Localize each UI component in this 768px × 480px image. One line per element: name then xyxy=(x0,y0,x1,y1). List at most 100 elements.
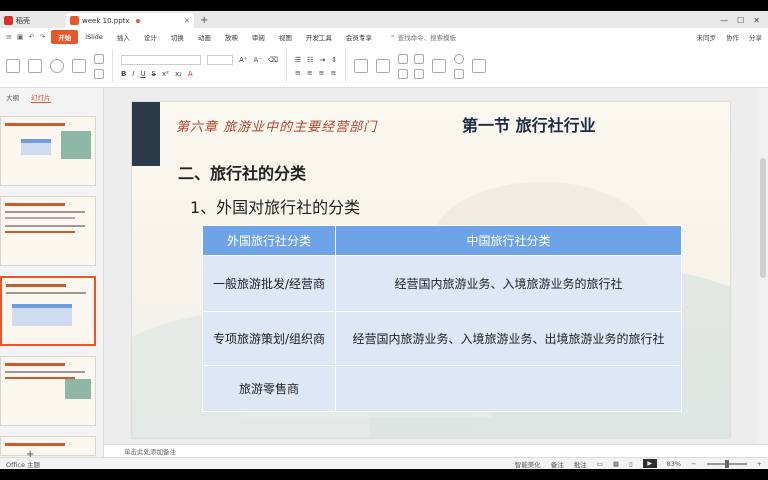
maximize-icon[interactable]: ☐ xyxy=(737,16,744,25)
layout-button[interactable] xyxy=(94,53,104,64)
superscript-icon[interactable]: x² xyxy=(162,70,169,78)
table-header-china[interactable]: 中国旅行社分类 xyxy=(335,225,682,256)
decrease-font-icon[interactable]: A⁻ xyxy=(253,56,261,64)
new-slide-button[interactable] xyxy=(72,59,86,73)
justify-icon[interactable]: ≡ xyxy=(331,69,337,77)
tab-home[interactable]: 稻壳 xyxy=(0,13,66,28)
find-button[interactable] xyxy=(454,53,465,64)
outline-button[interactable] xyxy=(414,68,425,79)
comment-toggle[interactable]: 批注 xyxy=(574,459,587,469)
paste-button[interactable] xyxy=(6,59,20,73)
ribbon-separator xyxy=(285,49,287,83)
table-cell[interactable]: 专项旅游策划/组织商 xyxy=(201,311,337,366)
new-tab-button[interactable]: + xyxy=(194,13,214,28)
save-icon[interactable]: ▣ xyxy=(17,33,24,41)
sorter-view-icon[interactable]: ▦ xyxy=(613,460,619,468)
zoom-slider[interactable] xyxy=(706,459,747,468)
tab-outline[interactable]: 大纲 xyxy=(6,92,19,103)
command-search[interactable]: ⌕ 查找命令、搜索模板 xyxy=(391,32,456,42)
replace-button[interactable] xyxy=(454,68,465,79)
play-from-current-button[interactable] xyxy=(50,59,64,73)
font-color-icon[interactable]: A xyxy=(188,70,193,78)
undo-icon[interactable]: ↶ xyxy=(29,33,35,41)
menu-item-islide[interactable]: iSlide xyxy=(78,30,110,44)
minimize-icon[interactable]: — xyxy=(720,16,728,25)
notes-toggle[interactable]: 备注 xyxy=(551,459,564,469)
slide-thumbnail[interactable] xyxy=(0,116,96,186)
menu-icon[interactable]: ≡ xyxy=(6,33,12,41)
menu-item-developer[interactable]: 开发工具 xyxy=(299,30,339,44)
share-button[interactable]: 分享 xyxy=(749,32,762,42)
sync-status[interactable]: 未同步 xyxy=(697,32,717,42)
menu-item-start[interactable]: 开始 xyxy=(51,29,79,44)
redo-icon[interactable]: ↷ xyxy=(39,33,45,41)
menu-item-slideshow[interactable]: 放映 xyxy=(218,30,245,44)
tab-document[interactable]: week 10.pptx ✕ xyxy=(66,13,194,28)
italic-icon[interactable]: I xyxy=(132,70,134,78)
indent-icon[interactable]: ⇥ xyxy=(319,56,325,64)
menu-item-animation[interactable]: 动画 xyxy=(191,30,218,44)
fill-button[interactable] xyxy=(414,53,425,64)
menu-item-member[interactable]: 会员专享 xyxy=(339,30,379,44)
slide-thumbnail-selected[interactable] xyxy=(0,276,96,346)
notes-area[interactable]: 单击此处添加备注 xyxy=(104,444,768,457)
fill-icon xyxy=(414,53,425,64)
slide-thumbnail[interactable] xyxy=(0,196,96,266)
underline-icon[interactable]: U xyxy=(140,70,145,78)
menu-item-design[interactable]: 设计 xyxy=(137,30,164,44)
strikethrough-icon[interactable]: S xyxy=(152,70,156,78)
scrollbar-thumb[interactable] xyxy=(760,158,766,278)
slide-thumbnail[interactable] xyxy=(0,436,96,456)
select-button[interactable] xyxy=(472,59,487,73)
reading-view-icon[interactable]: ▯ xyxy=(629,460,633,468)
table-cell[interactable]: 一般旅游批发/经营商 xyxy=(201,255,337,312)
classification-table[interactable]: 外国旅行社分类 中国旅行社分类 一般旅游批发/经营商 经营国内旅游业务、入境旅游… xyxy=(201,225,682,412)
slideshow-play-icon[interactable]: ▶ xyxy=(642,459,657,468)
increase-font-icon[interactable]: A⁺ xyxy=(239,56,247,64)
picture-button[interactable] xyxy=(398,53,409,64)
table-cell[interactable]: 经营国内旅游业务、入境旅游业务的旅行社 xyxy=(335,255,682,312)
tab-slides[interactable]: 幻灯片 xyxy=(31,92,51,103)
zoom-level[interactable]: 83% xyxy=(667,460,681,468)
slide-heading[interactable]: 二、旅行社的分类 xyxy=(178,160,306,184)
developer-tools-button[interactable] xyxy=(432,59,447,73)
close-tab-icon[interactable]: ✕ xyxy=(184,17,190,25)
close-window-icon[interactable]: ✕ xyxy=(753,16,760,25)
align-center-icon[interactable]: ≡ xyxy=(307,69,313,77)
line-spacing-icon[interactable]: ↕ xyxy=(331,56,337,64)
decorative-bar xyxy=(132,102,160,166)
collaborate-button[interactable]: 协作 xyxy=(726,32,739,42)
table-header-foreign[interactable]: 外国旅行社分类 xyxy=(201,225,337,256)
menu-item-insert[interactable]: 插入 xyxy=(110,30,137,44)
reset-button[interactable] xyxy=(94,68,104,79)
subscript-icon[interactable]: x₂ xyxy=(175,70,182,78)
table-cell[interactable]: 经营国内旅游业务、入境旅游业务、出境旅游业务的旅行社 xyxy=(335,311,682,366)
arrange-button[interactable] xyxy=(398,68,409,79)
menu-item-view[interactable]: 视图 xyxy=(272,30,299,44)
format-painter-button[interactable] xyxy=(28,59,42,73)
zoom-out-icon[interactable]: − xyxy=(691,460,696,468)
section-title[interactable]: 第一节 旅行社行业 xyxy=(462,112,596,136)
table-cell[interactable] xyxy=(335,365,682,412)
bold-icon[interactable]: B xyxy=(121,70,126,78)
smart-beautify-button[interactable]: 智能美化 xyxy=(515,459,541,469)
slide-thumbnail[interactable] xyxy=(0,356,96,426)
slide[interactable]: 第六章 旅游业中的主要经营部门 第一节 旅行社行业 二、旅行社的分类 1、外国对… xyxy=(132,102,730,438)
menu-item-transition[interactable]: 切换 xyxy=(164,30,191,44)
normal-view-icon[interactable]: ▭ xyxy=(597,460,603,468)
textbox-button[interactable] xyxy=(354,59,369,73)
shape-button[interactable] xyxy=(376,59,391,73)
clear-format-icon[interactable]: ⌫ xyxy=(268,56,278,64)
chapter-title[interactable]: 第六章 旅游业中的主要经营部门 xyxy=(176,116,377,135)
align-left-icon[interactable]: ≡ xyxy=(295,69,301,77)
zoom-in-icon[interactable]: + xyxy=(757,460,762,468)
table-cell[interactable]: 旅游零售商 xyxy=(201,365,337,412)
vertical-scrollbar[interactable] xyxy=(758,88,768,444)
numbered-list-icon[interactable]: ☷ xyxy=(307,56,313,64)
slide-subheading[interactable]: 1、外国对旅行社的分类 xyxy=(190,194,360,218)
menu-item-review[interactable]: 审阅 xyxy=(245,30,272,44)
font-size-select[interactable] xyxy=(207,54,233,65)
align-right-icon[interactable]: ≡ xyxy=(319,69,325,77)
bullet-list-icon[interactable]: ☰ xyxy=(295,56,301,64)
font-family-select[interactable] xyxy=(121,54,201,65)
